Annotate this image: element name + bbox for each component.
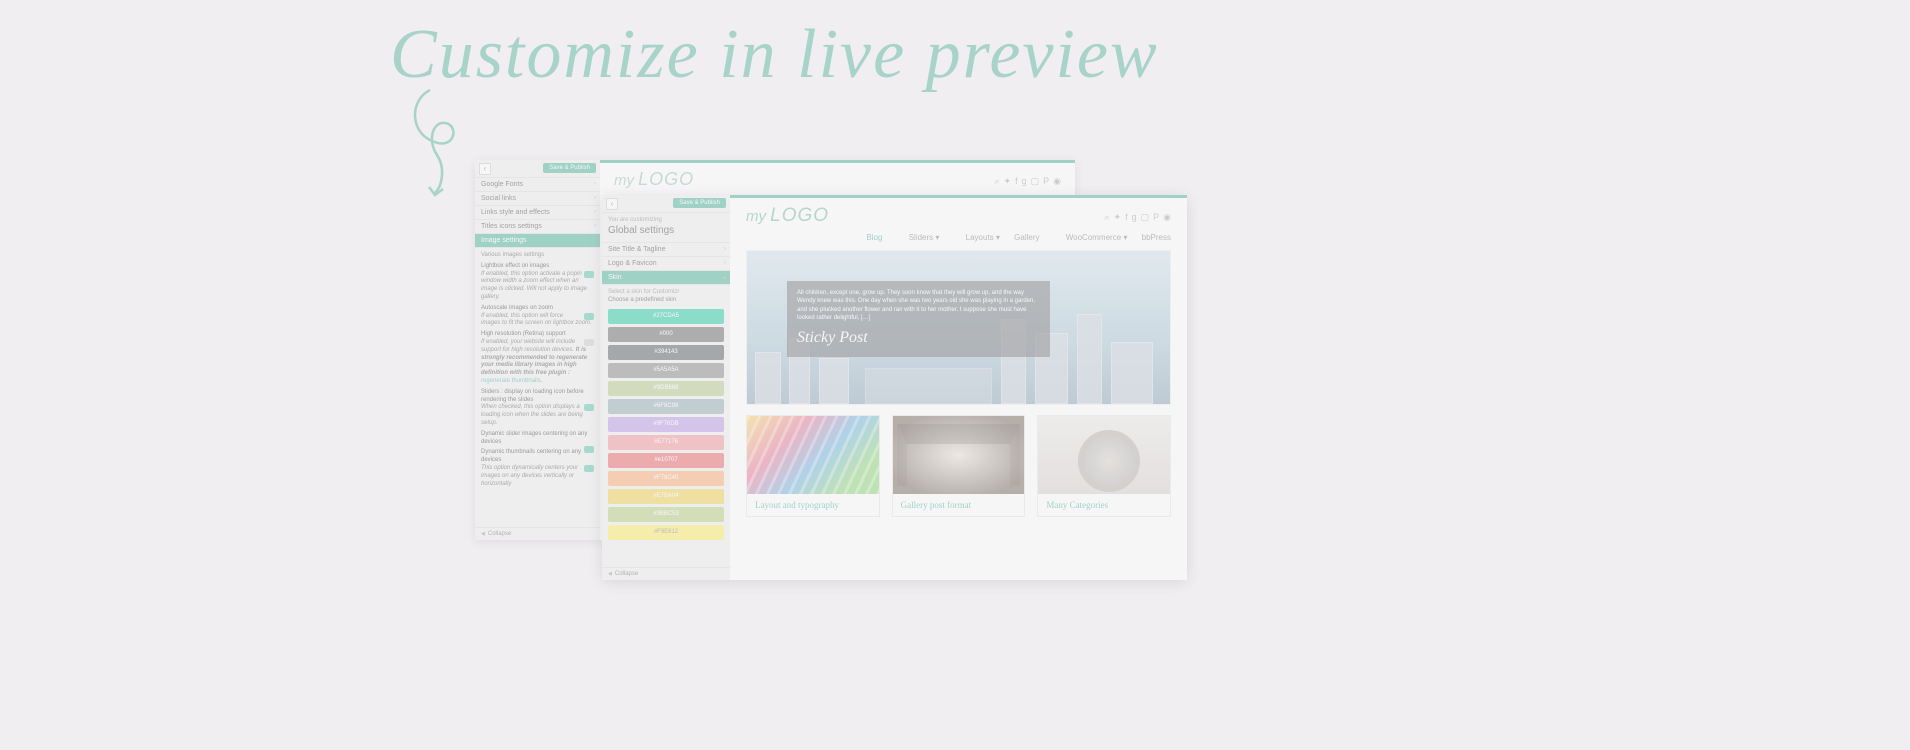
save-publish-button[interactable]: Save & Publish: [673, 198, 726, 208]
rss-icon[interactable]: ⌕: [1104, 212, 1109, 222]
section-title: Global settings: [602, 225, 730, 243]
google-icon[interactable]: g: [1132, 212, 1137, 222]
toggle-sliders-loading[interactable]: [584, 404, 594, 411]
skin-swatch-list: #27CDA5 #000 #394143 #5A5A5A #9DB668 #6F…: [602, 307, 730, 545]
skin-swatch[interactable]: #9DB668: [608, 381, 724, 396]
skin-hint: Select a skin for Customizr: [602, 285, 730, 296]
swirl-arrow-icon: [405, 85, 485, 205]
sidebar-row-site-title[interactable]: Site Title & Tagline›: [602, 243, 730, 257]
option-sliders-heading: Sliders : display on loading icon before…: [481, 389, 594, 405]
pinterest-icon[interactable]: P: [1043, 176, 1049, 186]
hero-excerpt: All children, except one, grow up. They …: [797, 289, 1040, 323]
sidebar-row-social-links[interactable]: Social links›: [475, 192, 600, 206]
sidebar-row-image-settings[interactable]: Image settings›: [475, 234, 600, 248]
option-dynamic-slider-heading: Dynamic slider images centering on any d…: [481, 431, 594, 447]
toggle-dynamic-thumbs[interactable]: [584, 465, 594, 472]
hero-slider[interactable]: All children, except one, grow up. They …: [746, 250, 1171, 405]
google-icon[interactable]: g: [1022, 176, 1027, 186]
chevron-right-icon: ›: [594, 181, 596, 187]
nav-layouts[interactable]: Layouts ▾: [954, 233, 1000, 242]
toggle-retina[interactable]: [584, 339, 594, 346]
skin-hint2: Choose a predefined skin: [602, 296, 730, 307]
chevron-up-icon: ▴: [723, 274, 726, 281]
social-icons: ⌕ ✦fg ▢P ◉: [990, 171, 1061, 189]
card-title: Many Categories: [1038, 494, 1170, 516]
live-preview: my LOGO ⌕ ✦fg ▢P ◉ Blog Sliders ▾ Layouts ▾…: [730, 195, 1187, 580]
chevron-right-icon: ›: [594, 237, 596, 243]
skin-swatch[interactable]: #9BBC53: [608, 507, 724, 522]
regenerate-thumbnails-link[interactable]: regenerate thumbnails: [481, 378, 541, 384]
card-title: Gallery post format: [893, 494, 1025, 516]
image-settings-content: Various images settings Lightbox effect …: [475, 248, 600, 492]
sidebar-row-google-fonts[interactable]: Google Fonts›: [475, 178, 600, 192]
customizer-panel-global-settings: ‹ Save & Publish You are customizing Glo…: [602, 195, 1187, 580]
post-card[interactable]: Gallery post format: [892, 415, 1026, 517]
option-retina-heading: High resolution (Retina) support: [481, 331, 594, 339]
save-publish-button[interactable]: Save & Publish: [543, 163, 596, 173]
skin-swatch[interactable]: #F78C40: [608, 471, 724, 486]
option-lightbox-heading: Lightbox effect on images: [481, 263, 594, 271]
skin-swatch[interactable]: #27CDA5: [608, 309, 724, 324]
site-logo: my LOGO: [746, 205, 829, 227]
back-button[interactable]: ‹: [479, 163, 491, 175]
toggle-dynamic-slider[interactable]: [584, 446, 594, 453]
option-autoscale-heading: Autoscale images on zoom: [481, 305, 594, 313]
instagram-icon[interactable]: ▢: [1141, 212, 1150, 222]
twitter-icon[interactable]: ✦: [1004, 176, 1012, 186]
collapse-button[interactable]: Collapse: [475, 527, 600, 540]
skin-swatch[interactable]: #E7BA04: [608, 489, 724, 504]
post-card[interactable]: Many Categories: [1037, 415, 1171, 517]
sidebar-row-logo-favicon[interactable]: Logo & Favicon›: [602, 257, 730, 271]
card-image: [893, 416, 1025, 494]
nav-woocommerce[interactable]: WooCommerce ▾: [1054, 233, 1128, 242]
skin-swatch[interactable]: #9F76DB: [608, 417, 724, 432]
nav-sliders[interactable]: Sliders ▾: [897, 233, 940, 242]
chevron-right-icon: ›: [724, 260, 726, 266]
twitter-icon[interactable]: ✦: [1114, 212, 1122, 222]
site-logo: my LOGO: [614, 169, 694, 190]
facebook-icon[interactable]: f: [1015, 176, 1018, 186]
chevron-right-icon: ›: [594, 223, 596, 229]
nav-bbpress[interactable]: bbPress: [1142, 233, 1171, 242]
chevron-right-icon: ›: [724, 246, 726, 252]
card-image: [1038, 416, 1170, 494]
pinterest-icon[interactable]: P: [1153, 212, 1159, 222]
skin-swatch[interactable]: #E77176: [608, 435, 724, 450]
instagram-icon[interactable]: ▢: [1031, 176, 1040, 186]
hero-overlay: All children, except one, grow up. They …: [787, 281, 1050, 357]
post-card[interactable]: Layout and typography: [746, 415, 880, 517]
nav-gallery[interactable]: Gallery: [1014, 233, 1039, 242]
sidebar-row-skin[interactable]: Skin▴: [602, 271, 730, 285]
sidebar-row-links-style[interactable]: Links style and effects›: [475, 206, 600, 220]
sidebar-row-titles-icons[interactable]: Titles icons settings›: [475, 220, 600, 234]
skin-swatch[interactable]: #6F8C98: [608, 399, 724, 414]
nav-blog[interactable]: Blog: [866, 233, 882, 242]
dribbble-icon[interactable]: ◉: [1163, 212, 1171, 222]
card-title: Layout and typography: [747, 494, 879, 516]
skin-swatch[interactable]: #F9E612: [608, 525, 724, 540]
collapse-button[interactable]: Collapse: [602, 567, 730, 580]
skin-swatch[interactable]: #000: [608, 327, 724, 342]
back-button[interactable]: ‹: [606, 198, 618, 210]
skin-swatch[interactable]: #394143: [608, 345, 724, 360]
card-image: [747, 416, 879, 494]
dribbble-icon[interactable]: ◉: [1053, 176, 1061, 186]
chevron-right-icon: ›: [594, 209, 596, 215]
toggle-lightbox[interactable]: [584, 271, 594, 278]
breadcrumb: You are customizing: [602, 213, 730, 225]
facebook-icon[interactable]: f: [1125, 212, 1128, 222]
hero-headline: Customize in live preview: [390, 15, 1159, 95]
option-dynamic-thumbs-heading: Dynamic thumbnails centering on any devi…: [481, 449, 594, 465]
main-nav: Blog Sliders ▾ Layouts ▾ Gallery WooComm…: [730, 231, 1187, 250]
social-icons: ⌕ ✦fg ▢P ◉: [1100, 207, 1171, 225]
rss-icon[interactable]: ⌕: [994, 176, 999, 186]
skin-swatch[interactable]: #e10707: [608, 453, 724, 468]
toggle-autoscale[interactable]: [584, 313, 594, 320]
chevron-right-icon: ›: [594, 195, 596, 201]
hero-title: Sticky Post: [797, 327, 1040, 349]
skin-swatch[interactable]: #5A5A5A: [608, 363, 724, 378]
